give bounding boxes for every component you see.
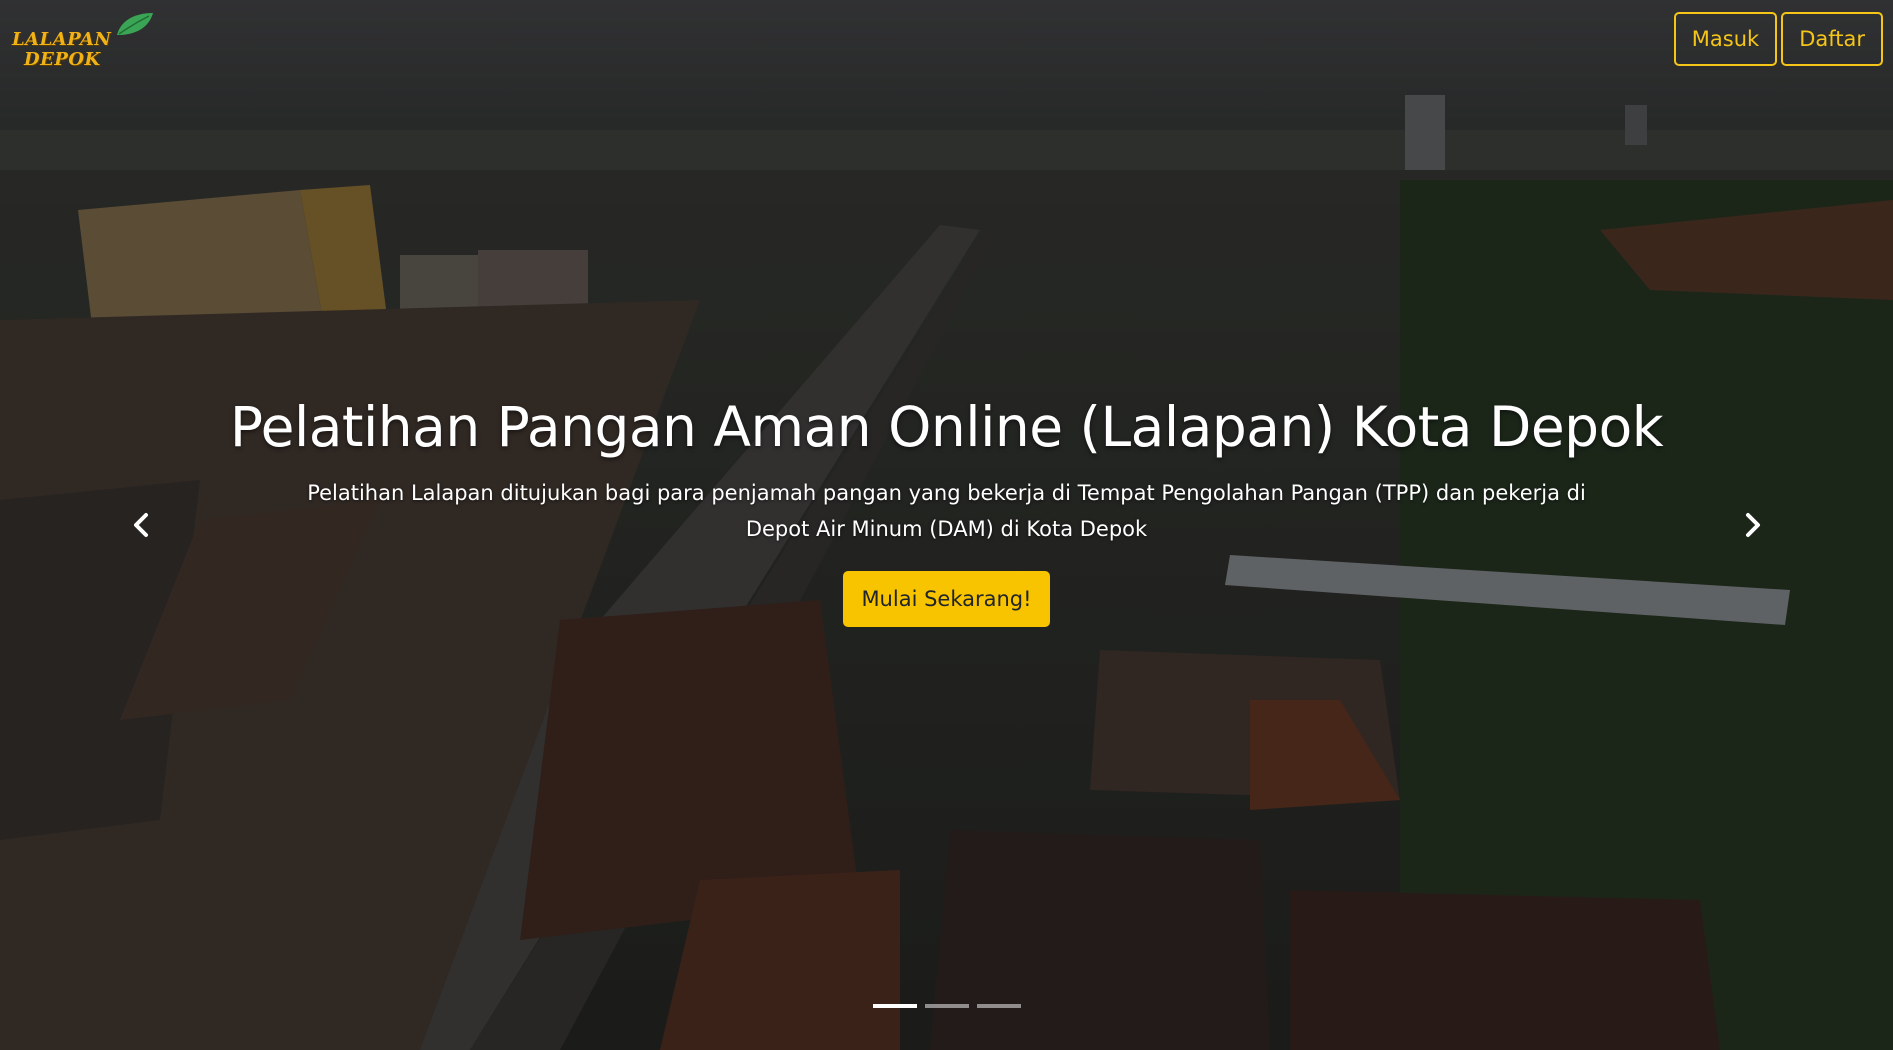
hero-title: Pelatihan Pangan Aman Online (Lalapan) K… bbox=[229, 395, 1664, 459]
brand-logo[interactable]: LALAPAN DEPOK bbox=[10, 5, 153, 70]
hero-carousel: LALAPAN DEPOK Masuk Daftar Pelatihan Pan… bbox=[0, 0, 1893, 1050]
carousel-next-button[interactable] bbox=[1732, 505, 1772, 545]
carousel-indicators bbox=[0, 1004, 1893, 1008]
carousel-indicator-2[interactable] bbox=[924, 1004, 969, 1008]
register-button[interactable]: Daftar bbox=[1781, 12, 1883, 66]
chevron-right-icon bbox=[1746, 513, 1760, 537]
leaf-icon bbox=[117, 13, 153, 35]
chevron-left-icon bbox=[134, 513, 148, 537]
carousel-caption: Pelatihan Pangan Aman Online (Lalapan) K… bbox=[0, 395, 1893, 627]
carousel-indicator-3[interactable] bbox=[976, 1004, 1021, 1008]
brand-name-line1: LALAPAN bbox=[12, 29, 112, 50]
start-now-button[interactable]: Mulai Sekarang! bbox=[843, 571, 1050, 627]
carousel-indicator-1[interactable] bbox=[872, 1004, 917, 1008]
auth-buttons: Masuk Daftar bbox=[1673, 12, 1883, 66]
hero-description: Pelatihan Lalapan ditujukan bagi para pe… bbox=[307, 481, 1586, 541]
carousel-prev-button[interactable] bbox=[122, 505, 162, 545]
navbar: LALAPAN DEPOK Masuk Daftar bbox=[0, 0, 1893, 80]
login-button[interactable]: Masuk bbox=[1673, 12, 1778, 66]
brand-name-line2: DEPOK bbox=[24, 49, 101, 70]
